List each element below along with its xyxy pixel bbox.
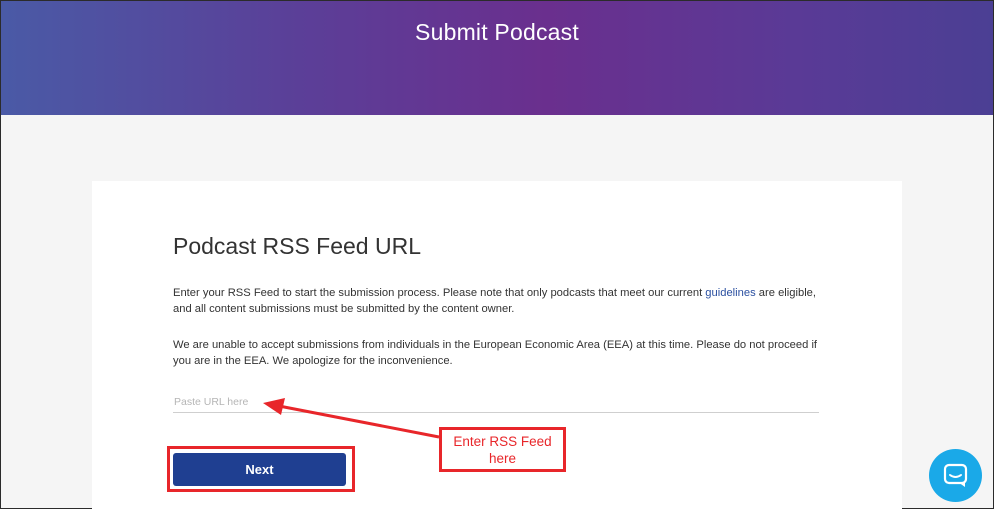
callout-line-1: Enter RSS Feed xyxy=(453,434,552,449)
eea-notice: We are unable to accept submissions from… xyxy=(173,339,818,367)
form-title: Podcast RSS Feed URL xyxy=(173,233,422,259)
rss-url-input[interactable] xyxy=(173,391,819,413)
page-header: Submit Podcast xyxy=(1,1,993,115)
intro-text-start: Enter your RSS Feed to start the submiss… xyxy=(173,287,706,299)
guidelines-link[interactable]: guidelines xyxy=(705,287,755,299)
page-title: Submit Podcast xyxy=(415,19,579,45)
annotation-callout: Enter RSS Feed here xyxy=(439,427,566,472)
next-button-highlight xyxy=(167,446,355,492)
intro-text: Enter your RSS Feed to start the submiss… xyxy=(173,285,823,317)
chat-button[interactable] xyxy=(929,449,982,502)
callout-line-2: here xyxy=(488,451,517,466)
chat-bubble-icon xyxy=(943,463,968,487)
